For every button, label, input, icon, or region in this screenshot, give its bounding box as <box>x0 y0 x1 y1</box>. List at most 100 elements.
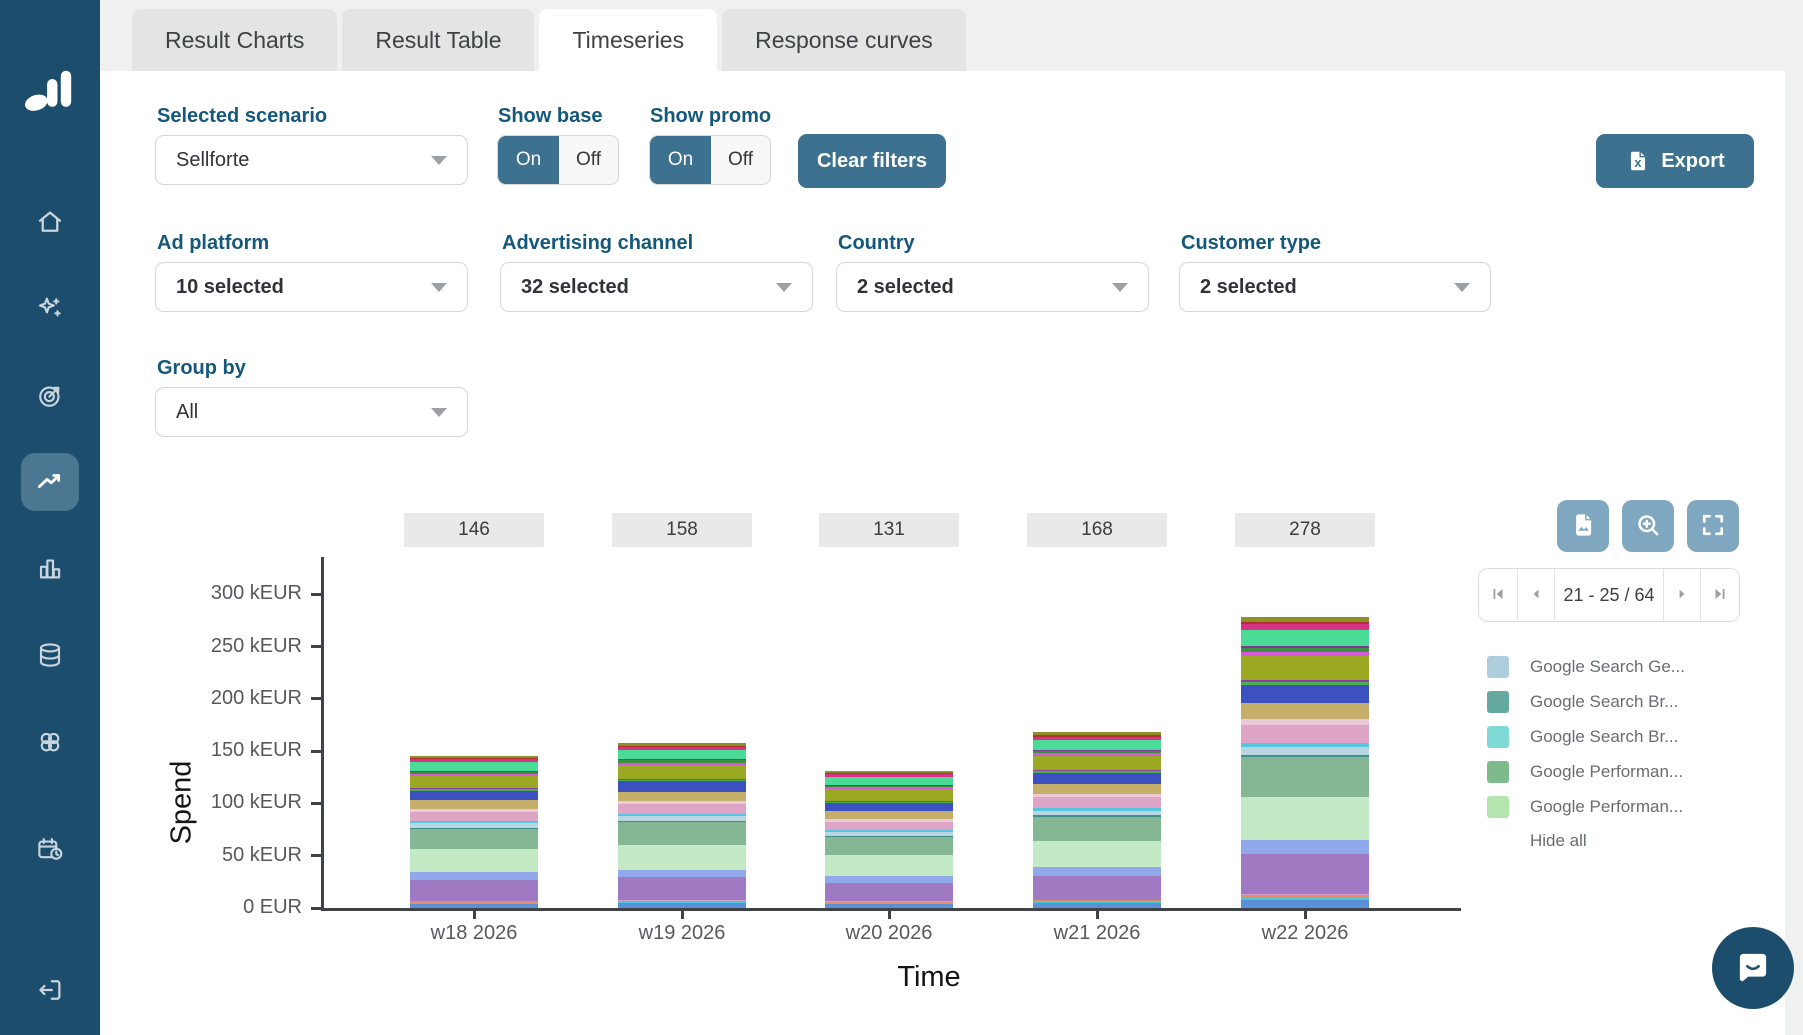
bar-total-label: 131 <box>819 513 959 547</box>
sidebar <box>0 0 100 1035</box>
country-label: Country <box>838 232 915 255</box>
customer-type-select[interactable]: 2 selected <box>1179 262 1491 312</box>
clear-filters-button[interactable]: Clear filters <box>798 134 946 188</box>
tab-response-curves[interactable]: Response curves <box>722 9 966 71</box>
stacked-bar-w22-2026 <box>1241 617 1369 908</box>
bar-segment <box>410 849 538 872</box>
legend-item[interactable]: Google Search Ge... <box>1487 656 1685 678</box>
legend-item[interactable]: Google Performan... <box>1487 796 1683 818</box>
y-tick-mark <box>311 697 321 700</box>
bar-segment <box>825 789 953 800</box>
brand-logo-icon <box>23 64 77 119</box>
bar-segment <box>618 781 746 791</box>
chevron-down-icon <box>1454 283 1470 292</box>
export-image-button[interactable] <box>1557 500 1609 552</box>
bar-segment <box>618 870 746 878</box>
sidebar-item-logout[interactable] <box>21 961 79 1019</box>
pagination-range: 21 - 25 / 64 <box>1555 569 1663 621</box>
calendar-clock-icon <box>35 834 65 864</box>
bar-segment <box>1241 656 1369 680</box>
pagination-last-button[interactable] <box>1701 569 1739 621</box>
chevron-down-icon <box>431 283 447 292</box>
ad-platform-select[interactable]: 10 selected <box>155 262 468 312</box>
customer-type-label: Customer type <box>1181 232 1321 255</box>
stacked-bar-w19-2026 <box>618 743 746 908</box>
export-label: Export <box>1661 150 1724 173</box>
bar-segment <box>1033 876 1161 900</box>
legend-item-label: Google Search Br... <box>1530 692 1678 712</box>
bar-segment <box>1033 797 1161 808</box>
bar-segment <box>825 822 953 830</box>
legend-hide-all[interactable]: Hide all <box>1530 831 1587 851</box>
show-promo-label: Show promo <box>650 105 771 128</box>
bar-segment <box>1033 867 1161 875</box>
pagination-prev-button[interactable] <box>1518 569 1554 621</box>
bar-segment <box>618 792 746 801</box>
show-base-on[interactable]: On <box>498 136 559 184</box>
legend-swatch-icon <box>1487 796 1509 818</box>
tab-bar: Result Charts Result Table Timeseries Re… <box>132 9 966 71</box>
scenario-value: Sellforte <box>176 149 249 172</box>
bar-segment <box>1241 685 1369 703</box>
bar-segment <box>410 812 538 821</box>
legend-item[interactable]: Google Performan... <box>1487 761 1683 783</box>
stacked-bar-w20-2026 <box>825 771 953 908</box>
legend-item[interactable]: Google Search Br... <box>1487 726 1678 748</box>
sidebar-item-goals[interactable] <box>21 367 79 425</box>
show-promo-on[interactable]: On <box>650 136 711 184</box>
bar-segment <box>618 765 746 779</box>
show-promo-off[interactable]: Off <box>711 136 770 184</box>
bar-segment <box>1033 740 1161 750</box>
fullscreen-button[interactable] <box>1687 500 1739 552</box>
country-select[interactable]: 2 selected <box>836 262 1149 312</box>
sidebar-item-timeseries[interactable] <box>21 453 79 511</box>
sidebar-item-home[interactable] <box>21 193 79 251</box>
show-base-toggle: On Off <box>497 135 619 185</box>
sidebar-item-results[interactable] <box>21 539 79 597</box>
bar-segment <box>1033 773 1161 784</box>
y-tick-mark <box>311 854 321 857</box>
chat-bubble-icon <box>1732 946 1774 991</box>
zoom-in-button[interactable] <box>1622 500 1674 552</box>
y-tick-label: 150 kEUR <box>182 739 302 762</box>
sidebar-item-planning[interactable] <box>21 820 79 878</box>
group-by-select[interactable]: All <box>155 387 468 437</box>
bar-segment <box>1241 630 1369 646</box>
fullscreen-icon <box>1699 511 1727 542</box>
bar-segment <box>410 776 538 789</box>
database-icon <box>35 640 65 670</box>
scenario-label: Selected scenario <box>157 105 327 128</box>
bar-total-label: 278 <box>1235 513 1375 547</box>
bar-segment <box>1241 757 1369 797</box>
export-button[interactable]: x Export <box>1596 134 1754 188</box>
sparkles-icon <box>35 293 65 323</box>
bar-segment <box>618 845 746 870</box>
pagination-next-button[interactable] <box>1664 569 1700 621</box>
y-tick-mark <box>311 802 321 805</box>
show-base-off[interactable]: Off <box>559 136 618 184</box>
legend-item-label: Google Search Br... <box>1530 727 1678 747</box>
sidebar-item-data[interactable] <box>21 626 79 684</box>
bar-segment <box>618 750 746 759</box>
zoom-in-icon <box>1633 510 1663 543</box>
legend-item-label: Google Performan... <box>1530 797 1683 817</box>
tab-timeseries[interactable]: Timeseries <box>539 9 717 71</box>
hide-all-label: Hide all <box>1530 831 1587 851</box>
y-tick-label: 200 kEUR <box>182 687 302 710</box>
x-tick-label: w21 2026 <box>1017 922 1177 945</box>
legend-item[interactable]: Google Search Br... <box>1487 691 1678 713</box>
tab-result-table[interactable]: Result Table <box>342 9 534 71</box>
advertising-channel-select[interactable]: 32 selected <box>500 262 813 312</box>
group-by-value: All <box>176 401 198 424</box>
chat-launcher-button[interactable] <box>1712 927 1794 1009</box>
target-icon <box>35 381 65 411</box>
pagination-first-button[interactable] <box>1479 569 1517 621</box>
tab-result-charts[interactable]: Result Charts <box>132 9 337 71</box>
scenario-select[interactable]: Sellforte <box>155 135 468 185</box>
sidebar-item-models[interactable] <box>21 713 79 771</box>
country-value: 2 selected <box>857 276 954 299</box>
customer-type-value: 2 selected <box>1200 276 1297 299</box>
chevron-down-icon <box>431 408 447 417</box>
sidebar-item-ai[interactable] <box>21 279 79 337</box>
x-tick-label: w20 2026 <box>809 922 969 945</box>
